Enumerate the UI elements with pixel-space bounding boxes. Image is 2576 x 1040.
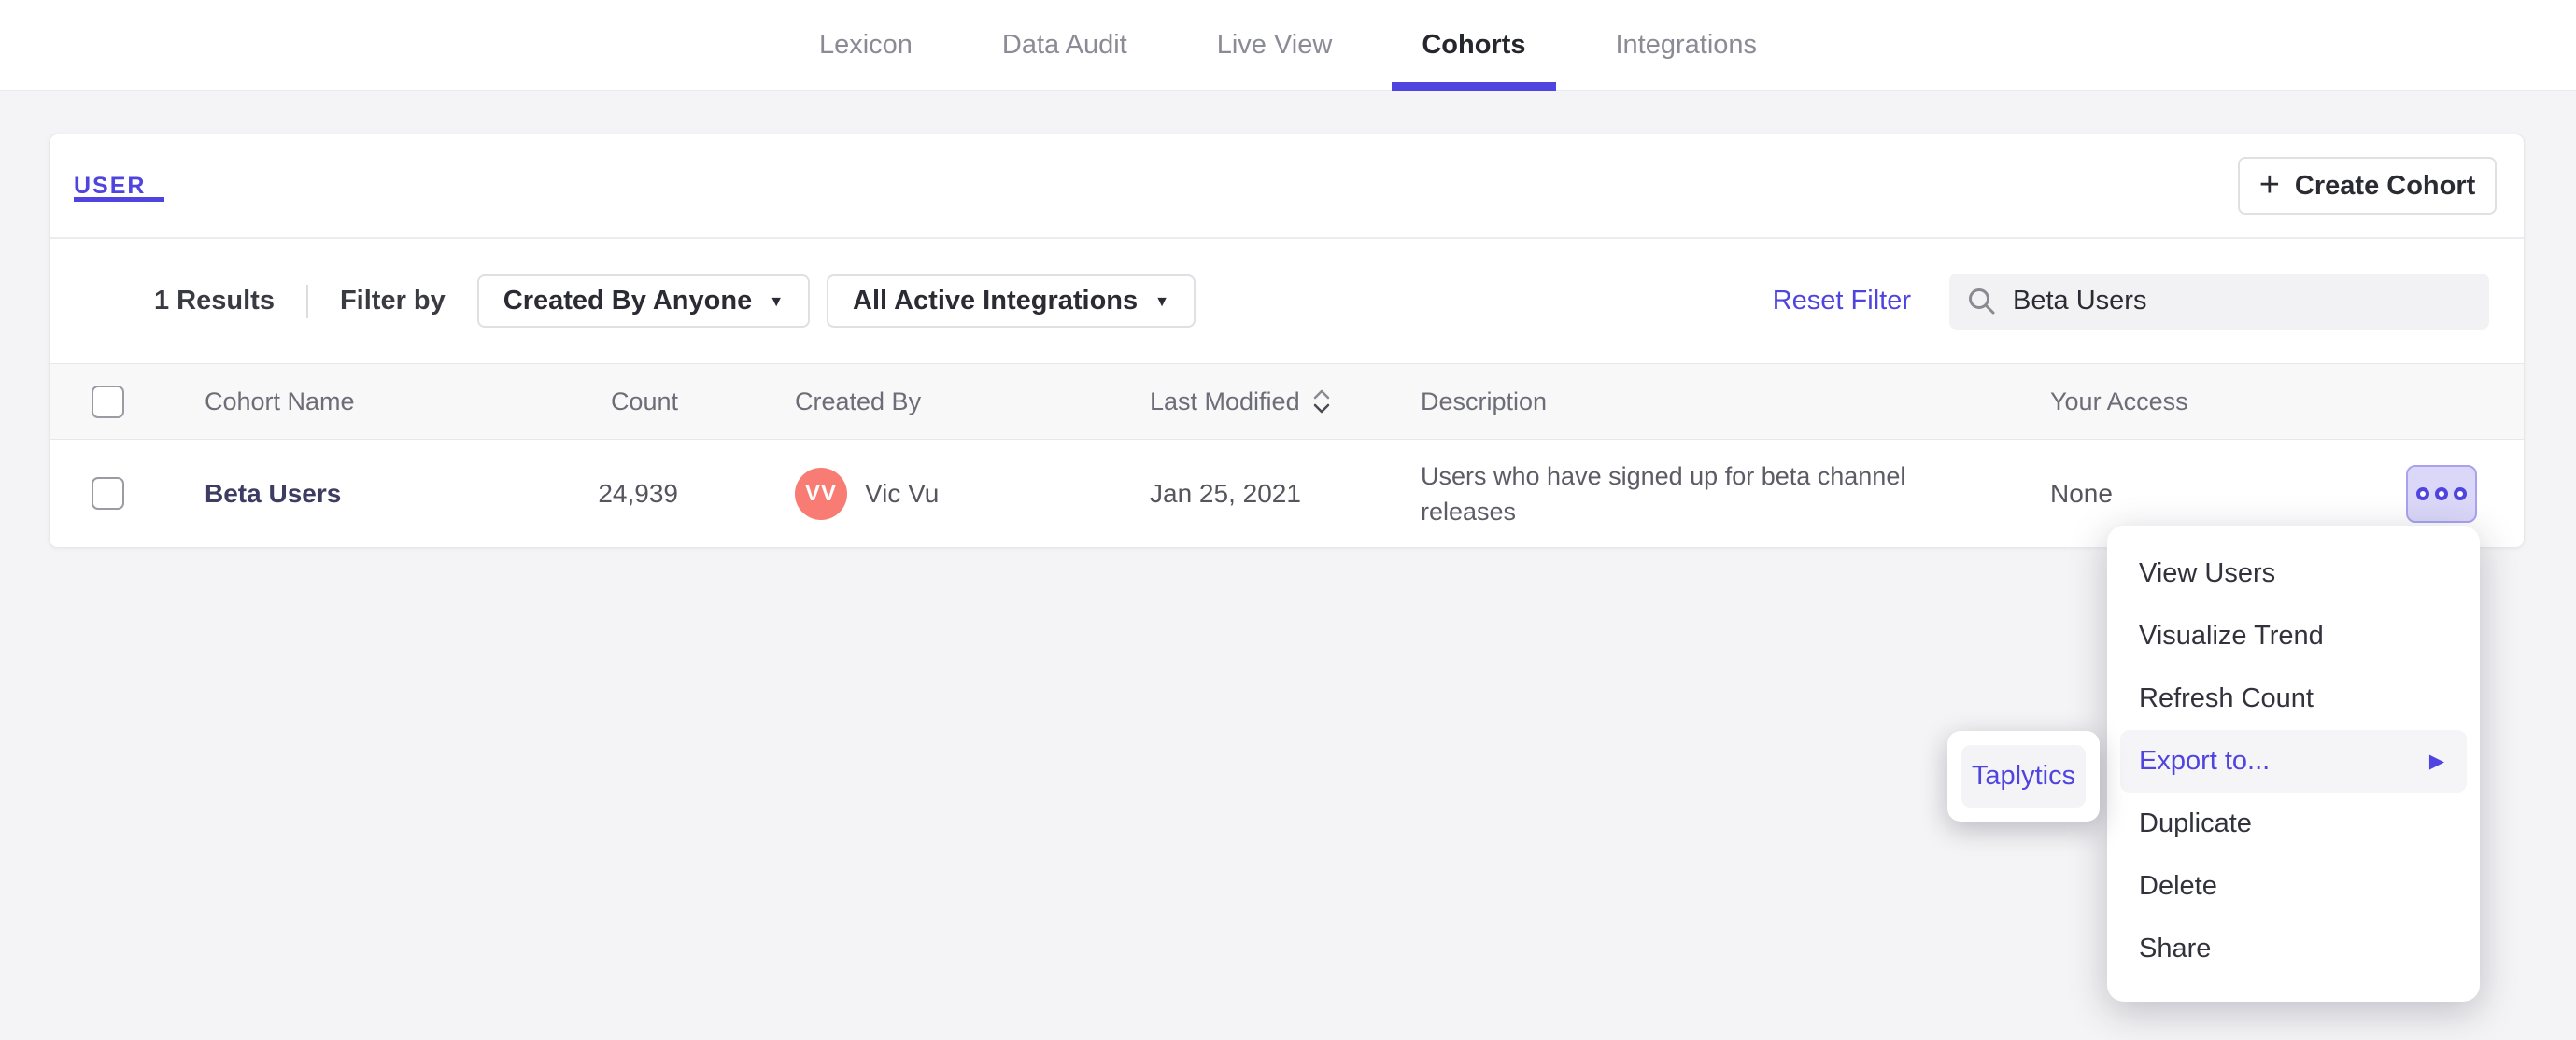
header-cell-last-modified: Last Modified [1150,386,1421,416]
submenu-arrow-icon: ▶ [2428,751,2444,772]
menu-item-label: Visualize Trend [2139,621,2324,651]
top-navigation: Lexicon Data Audit Live View Cohorts Int… [0,0,2576,91]
integrations-dropdown[interactable]: All Active Integrations ▼ [827,274,1196,328]
nav-item-label: Data Audit [1001,29,1127,60]
menu-item-export-to[interactable]: Export to... ▶ [2120,730,2467,793]
row-cell-count: 24,939 [598,478,678,508]
submenu-item-label: Taplytics [1971,761,2076,791]
created-by-dropdown[interactable]: Created By Anyone ▼ [476,274,811,328]
header-cell-created-by: Created By [795,386,922,415]
ellipsis-icon [2416,486,2429,500]
create-cohort-label: Create Cohort [2294,170,2476,201]
row-cell-last-modified: Jan 25, 2021 [1150,478,1301,508]
menu-item-view-users[interactable]: View Users [2120,542,2467,605]
created-by-dropdown-value: Created By Anyone [502,286,753,316]
menu-item-label: Duplicate [2139,808,2252,838]
search-input[interactable] [2013,286,2472,316]
panel-tabs-row: USER + Create Cohort [50,134,2524,239]
search-box [1949,273,2489,330]
nav-item-cohorts[interactable]: Cohorts [1392,0,1556,91]
avatar: VV [795,467,847,520]
description-text: Users who have signed up for beta channe… [1421,461,1906,526]
menu-item-refresh-count[interactable]: Refresh Count [2120,668,2467,730]
row-cell-actions [2284,464,2524,523]
row-checkbox[interactable] [92,477,124,510]
ellipsis-icon [2435,486,2448,500]
nav-item-label: Live View [1216,29,1333,60]
search-icon [1969,288,1995,314]
filter-by-label: Filter by [339,286,446,316]
plus-icon: + [2258,164,2280,204]
chevron-down-icon: ▼ [769,293,785,310]
menu-item-label: Share [2139,934,2212,963]
row-cell-select [50,477,205,510]
export-submenu: Taplytics [1947,731,2100,822]
filter-toolbar: 1 Results Filter by Created By Anyone ▼ … [50,239,2524,363]
ellipsis-icon [2454,486,2467,500]
menu-item-delete[interactable]: Delete [2120,855,2467,918]
row-actions-menu: View Users Visualize Trend Refresh Count… [2107,526,2480,1002]
menu-item-label: View Users [2139,558,2276,588]
header-cell-select [50,385,205,418]
nav-item-label: Integrations [1615,29,1758,60]
divider [305,284,308,318]
last-modified-label: Last Modified [1150,386,1300,415]
cohorts-panel: USER + Create Cohort 1 Results Filter by… [49,134,2525,548]
chevron-down-icon: ▼ [1154,293,1169,310]
row-cell-your-access: None [2050,478,2113,508]
sort-icon[interactable] [1311,386,1332,416]
reset-filter-link[interactable]: Reset Filter [1773,286,1911,316]
row-cell-name: Beta Users [205,479,559,509]
active-tab-underline [74,196,164,202]
create-cohort-button[interactable]: + Create Cohort [2238,157,2497,215]
menu-item-share[interactable]: Share [2120,918,2467,980]
header-cell-count: Count [610,386,678,415]
tab-user[interactable]: USER [74,172,164,202]
header-cell-your-access: Your Access [2050,386,2188,415]
select-all-checkbox[interactable] [92,385,124,418]
menu-item-label: Delete [2139,871,2217,901]
creator-name: Vic Vu [865,478,940,508]
nav-item-label: Cohorts [1422,29,1526,60]
row-actions-button[interactable] [2406,464,2477,523]
creator: VV Vic Vu [795,467,940,520]
nav-item-lexicon[interactable]: Lexicon [814,0,918,91]
row-cell-created-by: VV Vic Vu [795,467,1150,520]
cohort-name-link[interactable]: Beta Users [205,479,341,508]
results-count: 1 Results [154,286,275,316]
nav-item-label: Lexicon [818,29,913,60]
header-cell-name: Cohort Name [205,386,355,415]
menu-item-duplicate[interactable]: Duplicate [2120,793,2467,855]
menu-item-label: Export to... [2139,746,2271,776]
nav-item-live-view[interactable]: Live View [1211,0,1338,91]
table-header: Cohort Name Count Created By Last Modifi… [50,363,2524,440]
header-cell-description: Description [1421,386,1548,415]
menu-item-visualize-trend[interactable]: Visualize Trend [2120,605,2467,668]
integrations-dropdown-value: All Active Integrations [853,286,1139,316]
menu-item-label: Refresh Count [2139,683,2314,713]
nav-item-data-audit[interactable]: Data Audit [997,0,1133,91]
row-cell-description: Users who have signed up for beta channe… [1421,458,2050,529]
submenu-item-taplytics[interactable]: Taplytics [1961,745,2086,808]
tab-user-label: USER [74,172,147,199]
nav-item-integrations[interactable]: Integrations [1610,0,1763,91]
